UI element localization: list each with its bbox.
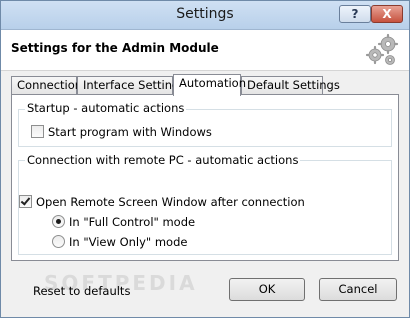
settings-window: Settings ? X Settings for the Admin Modu… [0, 0, 410, 318]
open-remote-window-label: Open Remote Screen Window after connecti… [36, 195, 305, 209]
start-with-windows-label: Start program with Windows [48, 125, 212, 139]
help-button[interactable]: ? [339, 5, 371, 23]
page-title: Settings for the Admin Module [11, 41, 219, 55]
cancel-button[interactable]: Cancel [319, 278, 397, 301]
tab-connection[interactable]: Connection [11, 76, 82, 95]
title-bar[interactable]: Settings ? X [1, 1, 409, 30]
open-remote-window-option[interactable]: Open Remote Screen Window after connecti… [19, 195, 305, 209]
full-control-option[interactable]: In "Full Control" mode [52, 215, 195, 229]
tab-default-settings[interactable]: Default Settings [241, 76, 340, 95]
start-with-windows-option[interactable]: Start program with Windows [31, 125, 212, 139]
close-button[interactable]: X [371, 5, 403, 23]
remote-group-label: Connection with remote PC - automatic ac… [25, 153, 301, 167]
reset-to-defaults-link[interactable]: Reset to defaults [33, 284, 130, 298]
full-control-label: In "Full Control" mode [69, 215, 196, 229]
gears-icon [365, 33, 399, 65]
view-only-radio[interactable] [52, 235, 65, 248]
view-only-option[interactable]: In "View Only" mode [52, 235, 187, 249]
view-only-label: In "View Only" mode [69, 235, 188, 249]
header-banner: Settings for the Admin Module [1, 30, 409, 71]
tab-interface-settings[interactable]: Interface Settings [77, 76, 185, 95]
ok-button[interactable]: OK [229, 278, 305, 301]
automation-panel: Startup - automatic actions Start progra… [11, 94, 399, 295]
tab-automation[interactable]: Automation [173, 74, 246, 96]
full-control-radio[interactable] [52, 215, 65, 228]
startup-group-label: Startup - automatic actions [25, 101, 187, 115]
open-remote-window-checkbox[interactable] [19, 195, 32, 208]
start-with-windows-checkbox[interactable] [31, 125, 44, 138]
